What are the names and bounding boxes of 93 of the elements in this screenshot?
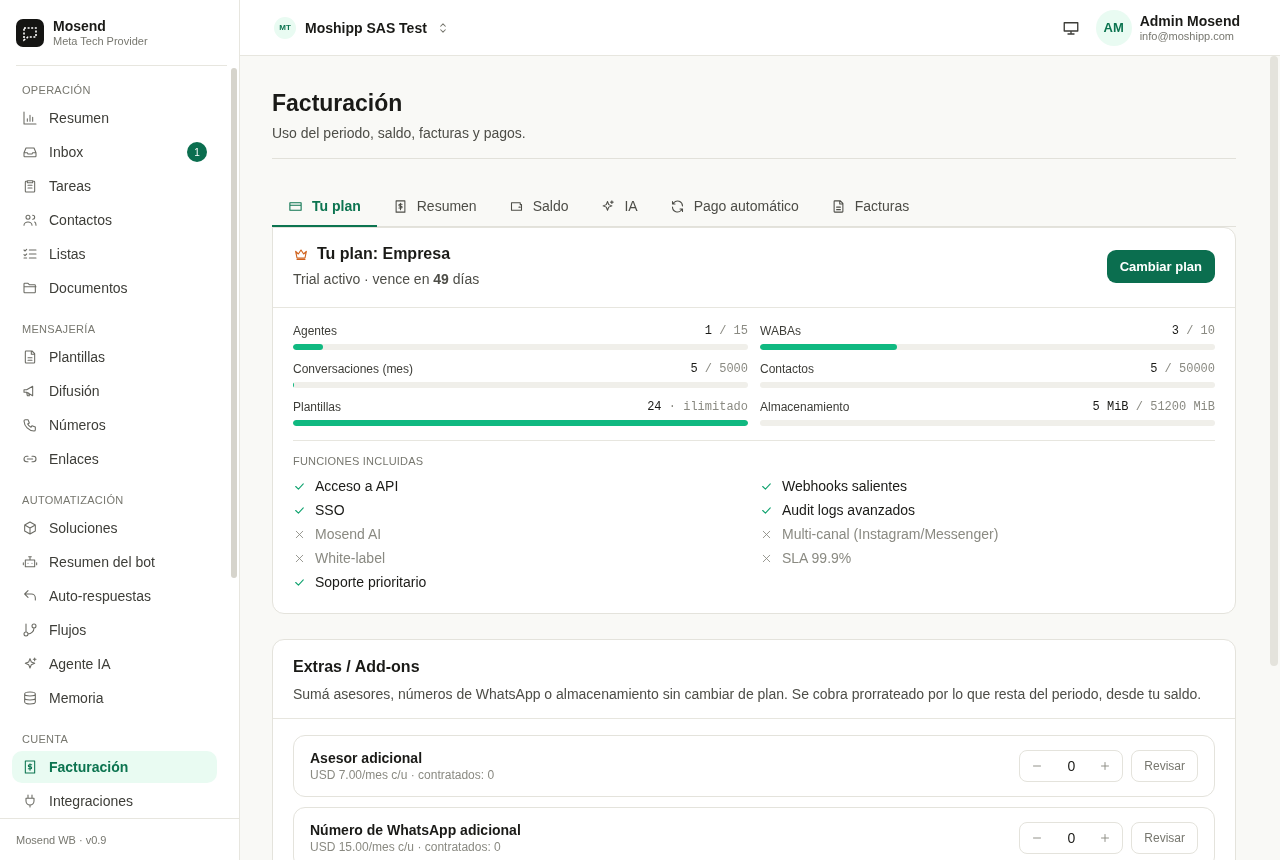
feature-label: Acceso a API (315, 478, 399, 494)
plug-icon (22, 793, 38, 809)
file-text-icon (830, 198, 846, 214)
nav-item[interactable]: Memoria (12, 682, 217, 714)
robot-icon (22, 554, 38, 570)
tab[interactable]: Resumen (376, 188, 493, 227)
user-name: Admin Mosend (1139, 13, 1240, 29)
tab[interactable]: IA (584, 188, 654, 227)
count-badge: 1 (187, 142, 207, 162)
nav-item[interactable]: Enlaces (12, 443, 217, 475)
tab[interactable]: Facturas (814, 188, 926, 227)
clipboard-icon (22, 178, 38, 194)
nav-item[interactable]: Tareas (12, 170, 217, 202)
feature-label: Multi-canal (Instagram/Messenger) (782, 526, 999, 542)
usage-value: 1 / 15 (704, 324, 748, 338)
quantity-stepper[interactable]: 0 (1019, 750, 1124, 782)
refresh-icon (669, 198, 685, 214)
section-label: CUENTA (21, 732, 70, 747)
nav-item[interactable]: Flujos (12, 614, 217, 646)
brand-tagline: Meta Tech Provider (53, 35, 148, 47)
plan-status: Trial activo · vence en 49 días (293, 271, 480, 287)
addon-name: Número de WhatsApp adicional (310, 822, 521, 838)
card-description: Sumá asesores, números de WhatsApp o almacenamiento sin cambiar de plan. Se cobra prorrateado por lo que resta del periodo, desde tu saldo. (293, 686, 1203, 702)
user-avatar[interactable]: AM (1095, 9, 1132, 46)
addon-price: USD 7.00/mes c/u · contratados: 0 (310, 768, 495, 782)
addon-price: USD 15.00/mes c/u · contratados: 0 (310, 840, 502, 854)
feature-label: Audit logs avanzados (782, 502, 916, 518)
sparkles-icon (600, 198, 616, 214)
usage-label: Conversaciones (mes) (293, 362, 414, 376)
feature-label: Soporte prioritario (315, 574, 427, 590)
logo-icon (16, 18, 44, 47)
usage-value: 5 / 50000 (1150, 362, 1215, 376)
nav-item[interactable]: Soluciones (12, 512, 217, 544)
tab[interactable]: Pago automático (653, 188, 815, 227)
organization-avatar: MT (274, 16, 296, 39)
feature-label: Webhooks salientes (782, 478, 908, 494)
nav-item[interactable]: Inbox 1 (12, 136, 217, 168)
brand-name: Mosend (53, 18, 107, 34)
nav-item[interactable]: Facturación (12, 751, 217, 783)
nav-item[interactable]: Integraciones (12, 785, 217, 817)
nav-item[interactable]: Números (12, 409, 217, 441)
receipt-icon (22, 759, 38, 775)
usage-label: Plantillas (293, 400, 342, 414)
nav-item[interactable]: Auto-respuestas (12, 580, 217, 612)
usage-value: 5 / 5000 (690, 362, 748, 376)
database-icon (22, 690, 38, 706)
nav-item[interactable]: Documentos (12, 272, 217, 304)
branch-icon (22, 622, 38, 638)
checklist-icon (22, 246, 38, 262)
nav-item[interactable]: Resumen (12, 102, 217, 134)
usage-label: Agentes (293, 324, 338, 338)
feature-label: SLA 99.9% (782, 550, 852, 566)
phone-icon (22, 417, 38, 433)
section-label: OPERACIÓN (21, 83, 92, 98)
nav-item[interactable]: Listas (12, 238, 217, 270)
section-label: AUTOMATIZACIÓN (21, 493, 125, 508)
usage-value: 5 MiB / 51200 MiB (1092, 400, 1215, 414)
nav-item[interactable]: Agente IA (12, 648, 217, 680)
folder-icon (22, 280, 38, 296)
users-icon (22, 212, 38, 228)
feature-label: SSO (315, 502, 345, 518)
usage-label: WABAs (760, 324, 801, 338)
file-icon (22, 349, 38, 365)
version-label: Mosend WB · v0.9 (0, 818, 239, 860)
review-button[interactable]: Revisar (1131, 750, 1198, 782)
quantity-stepper[interactable]: 0 (1019, 822, 1124, 854)
inbox-icon (22, 144, 38, 160)
nav-item[interactable]: Difusión (12, 375, 217, 407)
bar-chart-icon (22, 110, 38, 126)
package-icon (22, 520, 38, 536)
usage-value: 24 · ilimitado (647, 400, 748, 414)
receipt-icon (392, 198, 408, 214)
user-email: info@moshipp.com (1139, 30, 1235, 42)
page-subtitle: Uso del periodo, saldo, facturas y pagos. (272, 125, 1236, 159)
usage-label: Contactos (760, 362, 815, 376)
nav-item[interactable]: Resumen del bot (12, 546, 217, 578)
plan-title: Tu plan: Empresa (317, 245, 451, 263)
card-title: Extras / Add-ons (293, 658, 421, 676)
usage-label: Almacenamiento (760, 400, 850, 414)
organization-switcher[interactable]: MT Moshipp SAS Test (274, 16, 450, 39)
nav-item[interactable]: Contactos (12, 204, 217, 236)
tab[interactable]: Saldo (492, 188, 585, 227)
feature-label: White-label (315, 550, 386, 566)
feature-label: Mosend AI (315, 526, 382, 542)
review-button[interactable]: Revisar (1131, 822, 1198, 854)
addon-name: Asesor adicional (310, 750, 424, 766)
change-plan-button[interactable]: Cambiar plan (1106, 249, 1215, 283)
nav-item[interactable]: Plantillas (12, 341, 217, 373)
usage-value: 3 / 10 (1171, 324, 1215, 338)
reply-icon (22, 588, 38, 604)
page-title: Facturación (272, 90, 404, 117)
section-heading: FUNCIONES INCLUIDAS (293, 455, 425, 467)
section-label: MENSAJERÍA (21, 322, 97, 337)
